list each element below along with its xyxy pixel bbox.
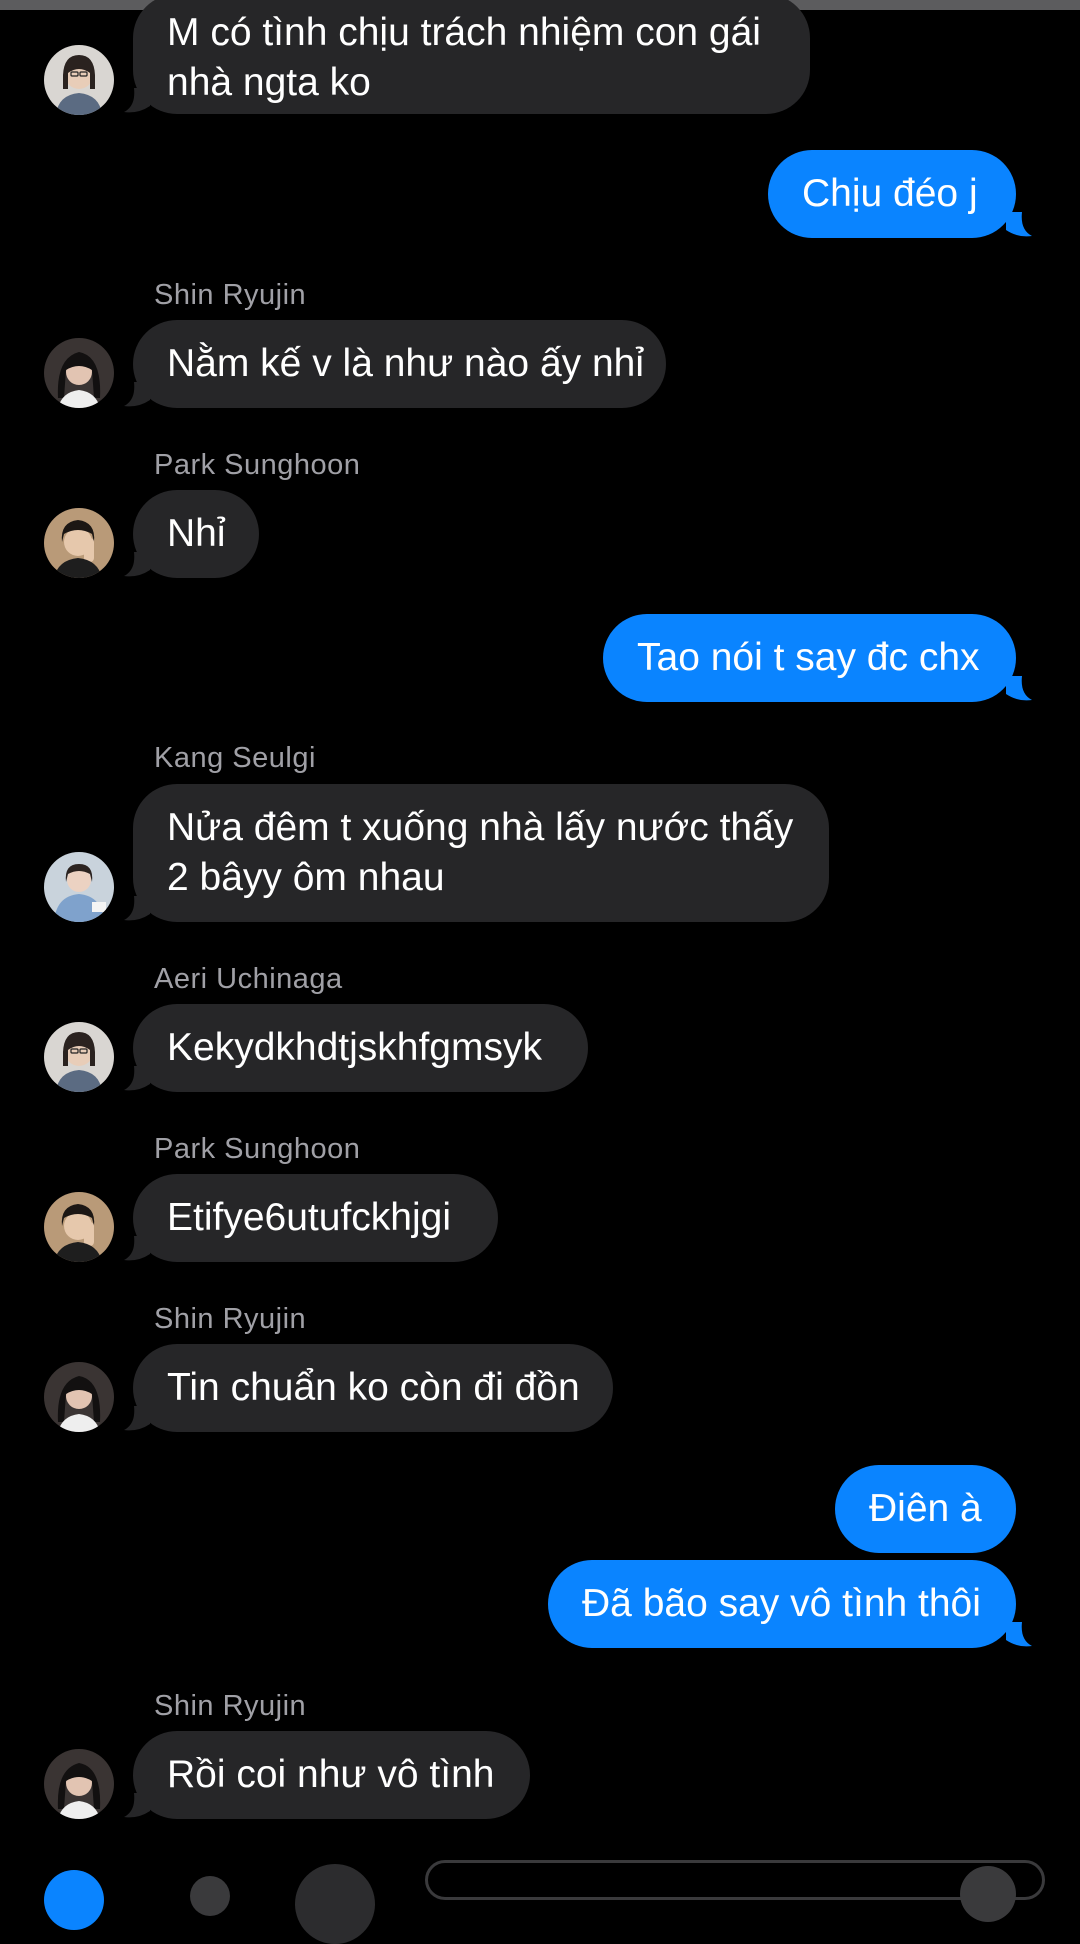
bubble-tail-icon — [124, 1236, 150, 1261]
message-text: Kekydkhdtjskhfgmsyk — [167, 1026, 542, 1069]
sender-name: Shin Ryujin — [154, 1690, 307, 1722]
message-text: Etifye6utufckhjgi — [167, 1196, 451, 1239]
person-avatar-icon — [44, 45, 114, 115]
message-text: Đã bão say vô tình thôi — [582, 1582, 981, 1625]
person-avatar-icon — [44, 1749, 114, 1819]
message-bubble-outgoing[interactable]: Điên à — [835, 1465, 1016, 1553]
bubble-tail-icon — [124, 88, 150, 113]
message-text: Tin chuẩn ko còn đi đồn — [167, 1366, 580, 1409]
message-bubble-outgoing[interactable]: Đã bão say vô tình thôi — [548, 1560, 1016, 1648]
avatar-seulgi[interactable] — [44, 852, 114, 922]
message-text-line: nhà ngta ko — [167, 61, 371, 104]
avatar-ryujin[interactable] — [44, 338, 114, 408]
bubble-tail-icon — [124, 552, 150, 577]
sender-name: Park Sunghoon — [154, 1133, 361, 1165]
camera-icon[interactable] — [44, 1870, 104, 1930]
message-text-line: 2 bâyy ôm nhau — [167, 856, 445, 899]
message-bubble-incoming[interactable]: Rồi coi như vô tình — [133, 1731, 530, 1819]
message-text: Tao nói t say đc chx — [637, 636, 980, 679]
sender-name: Park Sunghoon — [154, 449, 361, 481]
message-bubble-incoming[interactable]: Kekydkhdtjskhfgmsyk — [133, 1004, 588, 1092]
person-avatar-icon — [44, 1192, 114, 1262]
message-bubble-outgoing[interactable]: Tao nói t say đc chx — [603, 614, 1016, 702]
bubble-tail-icon — [1006, 676, 1032, 701]
bubble-tail-icon — [1006, 212, 1032, 237]
bubble-tail-icon — [124, 1066, 150, 1091]
avatar-aeri[interactable] — [44, 45, 114, 115]
sender-name: Shin Ryujin — [154, 279, 307, 311]
message-bubble-incoming[interactable]: Tin chuẩn ko còn đi đồn — [133, 1344, 613, 1432]
bubble-tail-icon — [124, 896, 150, 921]
emoji-icon[interactable] — [960, 1866, 1016, 1922]
message-thread[interactable]: M có tình chịu trách nhiệm con gái nhà n… — [0, 0, 1080, 1880]
person-avatar-icon — [44, 1362, 114, 1432]
mic-icon[interactable] — [295, 1864, 375, 1944]
photo-icon[interactable] — [190, 1876, 230, 1916]
message-bubble-outgoing[interactable]: Chịu đéo j — [768, 150, 1016, 238]
avatar-aeri[interactable] — [44, 1022, 114, 1092]
avatar-ryujin[interactable] — [44, 1749, 114, 1819]
person-avatar-icon — [44, 508, 114, 578]
message-text-line: M có tình chịu trách nhiệm con gái — [167, 11, 761, 54]
person-avatar-icon — [44, 1022, 114, 1092]
avatar-ryujin[interactable] — [44, 1362, 114, 1432]
avatar-sunghoon[interactable] — [44, 508, 114, 578]
message-bubble-incoming[interactable]: M có tình chịu trách nhiệm con gái nhà n… — [133, 0, 810, 114]
sender-name: Shin Ryujin — [154, 1303, 307, 1335]
sender-name: Aeri Uchinaga — [154, 963, 343, 995]
message-text: Nằm kế v là như nào ấy nhỉ — [167, 342, 645, 385]
avatar-sunghoon[interactable] — [44, 1192, 114, 1262]
sender-name: Kang Seulgi — [154, 742, 316, 774]
message-bubble-incoming[interactable]: Etifye6utufckhjgi — [133, 1174, 498, 1262]
bubble-tail-icon — [124, 1406, 150, 1431]
message-text: Rồi coi như vô tình — [167, 1753, 495, 1796]
message-bubble-incoming[interactable]: Nửa đêm t xuống nhà lấy nước thấy 2 bâyy… — [133, 784, 829, 922]
message-input[interactable] — [425, 1860, 1045, 1900]
composer-bar — [0, 1856, 1080, 1944]
message-text: Chịu đéo j — [802, 172, 978, 215]
bubble-tail-icon — [124, 382, 150, 407]
bubble-tail-icon — [1006, 1622, 1032, 1647]
person-avatar-icon — [44, 338, 114, 408]
person-avatar-icon — [44, 852, 114, 922]
message-bubble-incoming[interactable]: Nằm kế v là như nào ấy nhỉ — [133, 320, 666, 408]
message-text: Nhỉ — [167, 512, 226, 555]
message-text: Điên à — [869, 1487, 982, 1530]
message-text-line: Nửa đêm t xuống nhà lấy nước thấy — [167, 806, 794, 849]
bubble-tail-icon — [124, 1793, 150, 1818]
